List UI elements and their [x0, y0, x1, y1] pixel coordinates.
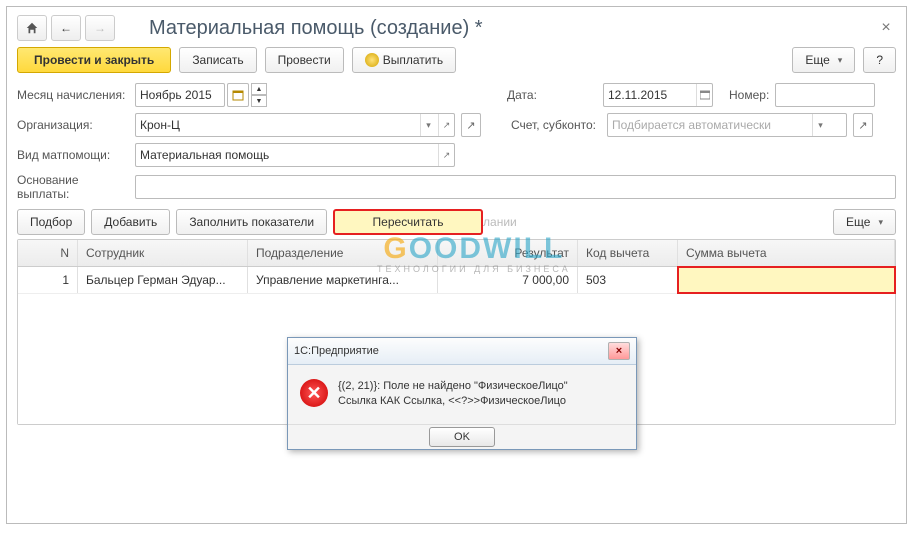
date-field[interactable]: 12.11.2015 [603, 83, 713, 107]
cell-department: Управление маркетинга... [248, 267, 438, 293]
coin-icon [365, 53, 379, 67]
help-button[interactable]: ? [863, 47, 896, 73]
col-deduction-code[interactable]: Код вычета [578, 240, 678, 266]
basis-field[interactable] [135, 175, 896, 199]
account-field[interactable]: Подбирается автоматически ▾ [607, 113, 847, 137]
col-department[interactable]: Подразделение [248, 240, 438, 266]
recalc-button[interactable]: Пересчитать [333, 209, 483, 235]
document-window: ← → Материальная помощь (создание) * × П… [6, 6, 907, 524]
col-result[interactable]: Результат [438, 240, 578, 266]
type-label: Вид матпомощи: [17, 148, 129, 162]
cell-sum[interactable] [677, 266, 896, 294]
close-icon: × [616, 345, 622, 357]
cell-code: 503 [578, 267, 678, 293]
calendar-icon [700, 90, 710, 100]
dialog-titlebar[interactable]: 1С:Предприятие × [288, 338, 636, 365]
error-icon: ✕ [300, 379, 328, 407]
dialog-footer: OK [288, 424, 636, 449]
date-value: 12.11.2015 [608, 88, 692, 102]
forward-button[interactable]: → [85, 15, 115, 41]
col-n[interactable]: N [18, 240, 78, 266]
close-icon: × [881, 19, 890, 36]
account-external-button[interactable]: ↗ [853, 113, 873, 137]
form-row-basis: Основание выплаты: [17, 173, 896, 201]
account-placeholder: Подбирается автоматически [612, 118, 810, 132]
table-row[interactable]: 1 Бальцер Герман Эдуар... Управление мар… [18, 267, 895, 294]
type-field[interactable]: Материальная помощь ↗ [135, 143, 455, 167]
back-button[interactable]: ← [51, 15, 81, 41]
dialog-message: {(2, 21)}: Поле не найдено "ФизическоеЛи… [338, 379, 568, 410]
recalc-suffix-text: лании [483, 215, 517, 229]
close-button[interactable]: × [876, 19, 896, 37]
calendar-icon [232, 89, 244, 101]
spin-down-icon[interactable]: ▼ [251, 95, 267, 107]
dialog-ok-button[interactable]: OK [429, 427, 495, 447]
cell-result: 7 000,00 [438, 267, 578, 293]
table-more-button[interactable]: Еще [833, 209, 896, 235]
error-dialog: 1С:Предприятие × ✕ {(2, 21)}: Поле не на… [287, 337, 637, 450]
arrow-right-icon: → [94, 21, 106, 35]
window-title: Материальная помощь (создание) * [149, 17, 483, 40]
org-external-button[interactable]: ↗ [461, 113, 481, 137]
month-value: Ноябрь 2015 [135, 83, 225, 107]
form-row-month: Месяц начисления: Ноябрь 2015 ▲ ▼ Дата: … [17, 83, 896, 107]
month-picker-button[interactable] [227, 83, 249, 107]
table-toolbar: Подбор Добавить Заполнить показатели Пер… [17, 209, 896, 235]
add-button[interactable]: Добавить [91, 209, 170, 235]
form-row-type: Вид матпомощи: Материальная помощь ↗ [17, 143, 896, 167]
account-label: Счет, субконто: [511, 118, 601, 132]
number-label: Номер: [729, 88, 769, 102]
recalc-label: Пересчитать [373, 215, 444, 229]
main-toolbar: Провести и закрыть Записать Провести Вып… [17, 47, 896, 73]
cell-n: 1 [18, 267, 78, 293]
open-icon[interactable]: ↗ [438, 144, 454, 166]
col-employee[interactable]: Сотрудник [78, 240, 248, 266]
more-button[interactable]: Еще [792, 47, 855, 73]
date-label: Дата: [507, 88, 597, 102]
org-value: Крон-Ц [140, 118, 418, 132]
org-field[interactable]: Крон-Ц ▾ ↗ [135, 113, 455, 137]
pay-button-label: Выплатить [383, 53, 444, 67]
org-label: Организация: [17, 118, 129, 132]
pay-button[interactable]: Выплатить [352, 47, 457, 73]
arrow-left-icon: ← [60, 21, 72, 35]
table-header: N Сотрудник Подразделение Результат Код … [18, 240, 895, 267]
pick-button[interactable]: Подбор [17, 209, 85, 235]
post-and-close-button[interactable]: Провести и закрыть [17, 47, 171, 73]
titlebar: ← → Материальная помощь (создание) * × [17, 15, 896, 41]
dialog-close-button[interactable]: × [608, 342, 630, 360]
dropdown-icon[interactable]: ▾ [812, 114, 828, 136]
month-field[interactable]: Ноябрь 2015 ▲ ▼ [135, 83, 285, 107]
home-icon [25, 21, 39, 35]
open-icon[interactable]: ↗ [438, 114, 454, 136]
dialog-title: 1С:Предприятие [294, 345, 608, 357]
dropdown-icon[interactable]: ▾ [420, 114, 436, 136]
month-spinner[interactable]: ▲ ▼ [251, 83, 267, 107]
type-value: Материальная помощь [140, 148, 434, 162]
number-field[interactable] [775, 83, 875, 107]
col-deduction-sum[interactable]: Сумма вычета [678, 240, 895, 266]
cell-employee: Бальцер Герман Эдуар... [78, 267, 248, 293]
post-button[interactable]: Провести [265, 47, 344, 73]
date-picker-button[interactable] [696, 84, 712, 106]
dialog-line2: Ссылка КАК Ссылка, <<?>>ФизическоеЛицо [338, 394, 568, 409]
home-button[interactable] [17, 15, 47, 41]
fill-indicators-button[interactable]: Заполнить показатели [176, 209, 327, 235]
write-button[interactable]: Записать [179, 47, 256, 73]
month-label: Месяц начисления: [17, 88, 129, 102]
spin-up-icon[interactable]: ▲ [251, 83, 267, 95]
form-row-org: Организация: Крон-Ц ▾ ↗ ↗ Счет, субконто… [17, 113, 896, 137]
basis-label: Основание выплаты: [17, 173, 129, 201]
dialog-line1: {(2, 21)}: Поле не найдено "ФизическоеЛи… [338, 379, 568, 394]
dialog-body: ✕ {(2, 21)}: Поле не найдено "Физическое… [288, 365, 636, 424]
